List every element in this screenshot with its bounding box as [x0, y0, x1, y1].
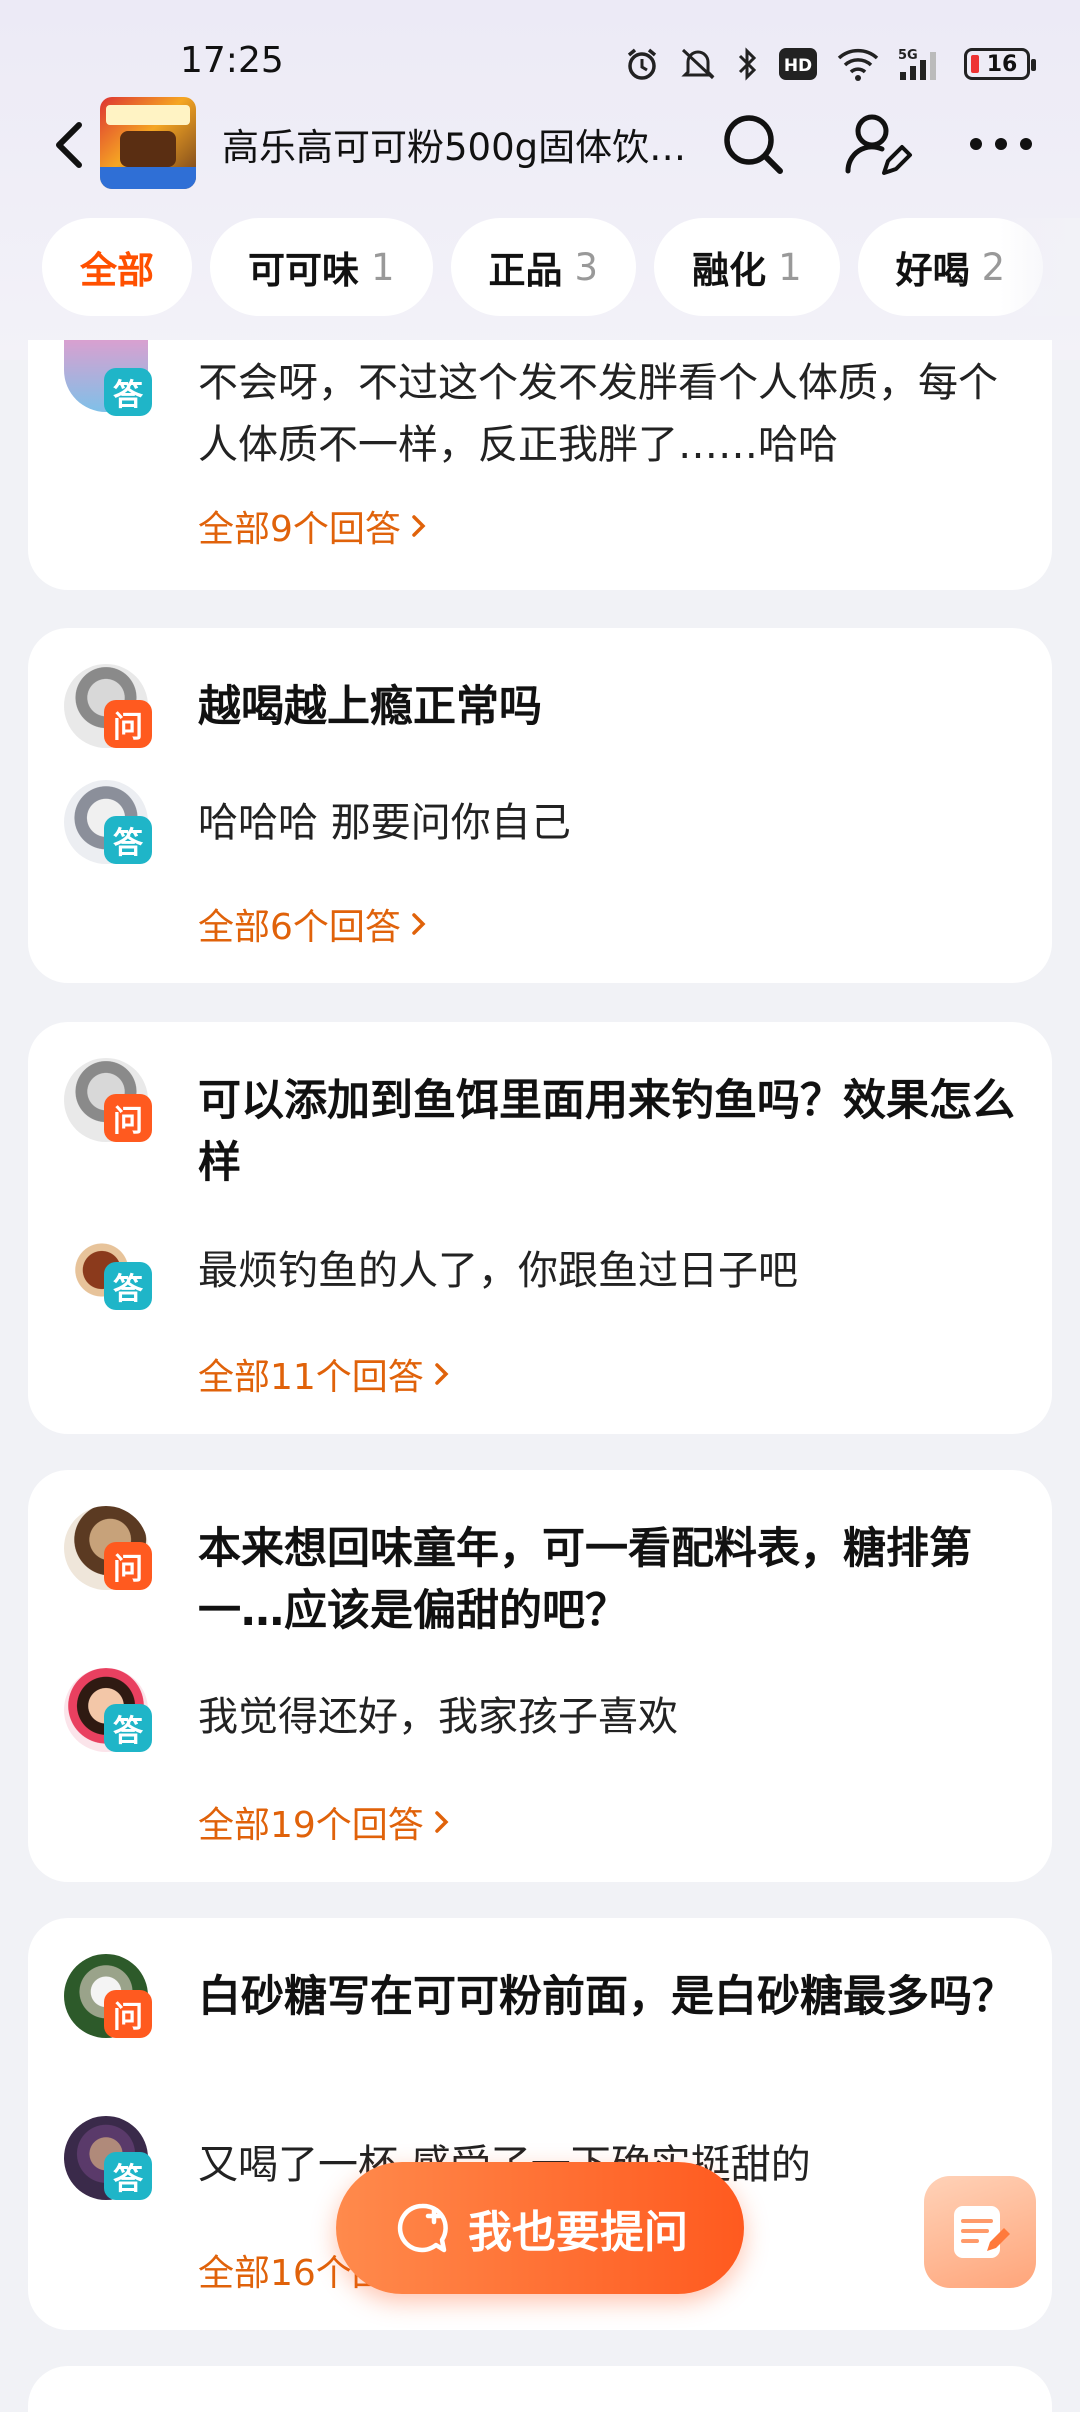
question-text: 越喝越上瘾正常吗: [198, 682, 542, 732]
answer-text: 不会呀，不过这个发不发胖看个人体质，每个人体质不一样，反正我胖了……哈哈: [198, 360, 998, 468]
answer-badge: 答: [104, 816, 152, 864]
qa-card[interactable]: 问 本来想回味童年，可一看配料表，糖排第一…应该是偏甜的吧？ 答 我觉得还好，我…: [28, 1470, 1052, 1882]
tab-all[interactable]: 全部: [42, 218, 192, 316]
tab-cocoa-flavor[interactable]: 可可味 1: [210, 218, 433, 316]
tab-count: 1: [371, 245, 395, 289]
question-text: 本来想回味童年，可一看配料表，糖排第一…应该是偏甜的吧？: [198, 1524, 972, 1636]
battery-icon: 16: [964, 48, 1036, 80]
back-arrow-icon[interactable]: [45, 117, 95, 173]
filter-tabs: 全部 可可味 1 正品 3 融化 1 好喝 2: [42, 218, 1080, 316]
my-questions-button[interactable]: [924, 2176, 1036, 2288]
signal-5g-icon: 5G: [898, 48, 936, 80]
question-badge: 问: [104, 700, 152, 748]
chevron-right-icon: [435, 1363, 449, 1385]
mute-icon: [681, 48, 715, 80]
ask-question-button[interactable]: 我也要提问: [336, 2162, 744, 2294]
qa-card[interactable]: 问 可以添加到鱼饵里面用来钓鱼吗？效果怎么样 答 最烦钓鱼的人了，你跟鱼过日子吧…: [28, 1022, 1052, 1434]
answer-badge: 答: [104, 1262, 152, 1310]
answer-text: 我觉得还好，我家孩子喜欢: [198, 1694, 678, 1740]
tab-genuine[interactable]: 正品 3: [450, 218, 637, 316]
answer-text: 哈哈哈 那要问你自己: [198, 800, 571, 846]
question-badge: 问: [104, 1990, 152, 2038]
bluetooth-icon: [738, 47, 757, 81]
tabs-fade: [1000, 218, 1080, 316]
all-answers-link[interactable]: 全部6个回答: [198, 898, 427, 950]
answer-badge: 答: [104, 2152, 152, 2200]
question-text: 白砂糖写在可可粉前面，是白砂糖最多吗？: [198, 1972, 1015, 2022]
alarm-icon: [627, 48, 657, 80]
svg-text:HD: HD: [784, 56, 812, 76]
hd-icon: HD: [779, 48, 817, 80]
page-title[interactable]: 高乐高可可粉500g固体饮…: [222, 117, 682, 171]
answer-badge: 答: [104, 368, 152, 416]
ask-question-label: 我也要提问: [468, 2207, 688, 2258]
answer-badge: 答: [104, 1704, 152, 1752]
search-icon[interactable]: [716, 107, 790, 181]
svg-text:5G: 5G: [898, 48, 918, 63]
more-options-icon[interactable]: [964, 107, 1038, 181]
chevron-right-icon: [412, 913, 426, 935]
qa-card[interactable]: 答 不会呀，不过这个发不发胖看个人体质，每个人体质不一样，反正我胖了……哈哈 全…: [28, 340, 1052, 590]
battery-level: 16: [986, 51, 1018, 77]
top-nav-bar: 高乐高可可粉500g固体饮…: [0, 95, 1080, 195]
question-badge: 问: [104, 1094, 152, 1142]
qa-card[interactable]: 问 越喝越上瘾正常吗 答 哈哈哈 那要问你自己 全部6个回答: [28, 628, 1052, 983]
answer-text: 最烦钓鱼的人了，你跟鱼过日子吧: [198, 1248, 798, 1294]
product-thumbnail[interactable]: [100, 97, 196, 189]
tab-dissolve[interactable]: 融化 1: [654, 218, 840, 316]
question-text: 可以添加到鱼饵里面用来钓鱼吗？效果怎么样: [198, 1076, 1015, 1188]
status-icons: HD 5G 16: [624, 42, 1036, 86]
all-answers-link[interactable]: 全部19个回答: [198, 1796, 450, 1848]
tab-count: 3: [574, 245, 599, 289]
status-time: 17:25: [180, 40, 284, 81]
note-edit-icon: [954, 2206, 1010, 2258]
all-answers-link[interactable]: 全部9个回答: [198, 500, 427, 552]
chevron-right-icon: [412, 515, 426, 537]
wifi-icon: [837, 48, 879, 81]
user-edit-icon[interactable]: [840, 107, 914, 181]
ask-bubble-icon: [397, 2203, 448, 2253]
tab-count: 1: [778, 245, 802, 289]
chevron-right-icon: [435, 1811, 449, 1833]
all-answers-link[interactable]: 全部11个回答: [198, 1348, 450, 1400]
qa-card[interactable]: [28, 2366, 1052, 2412]
question-badge: 问: [104, 1542, 152, 1590]
